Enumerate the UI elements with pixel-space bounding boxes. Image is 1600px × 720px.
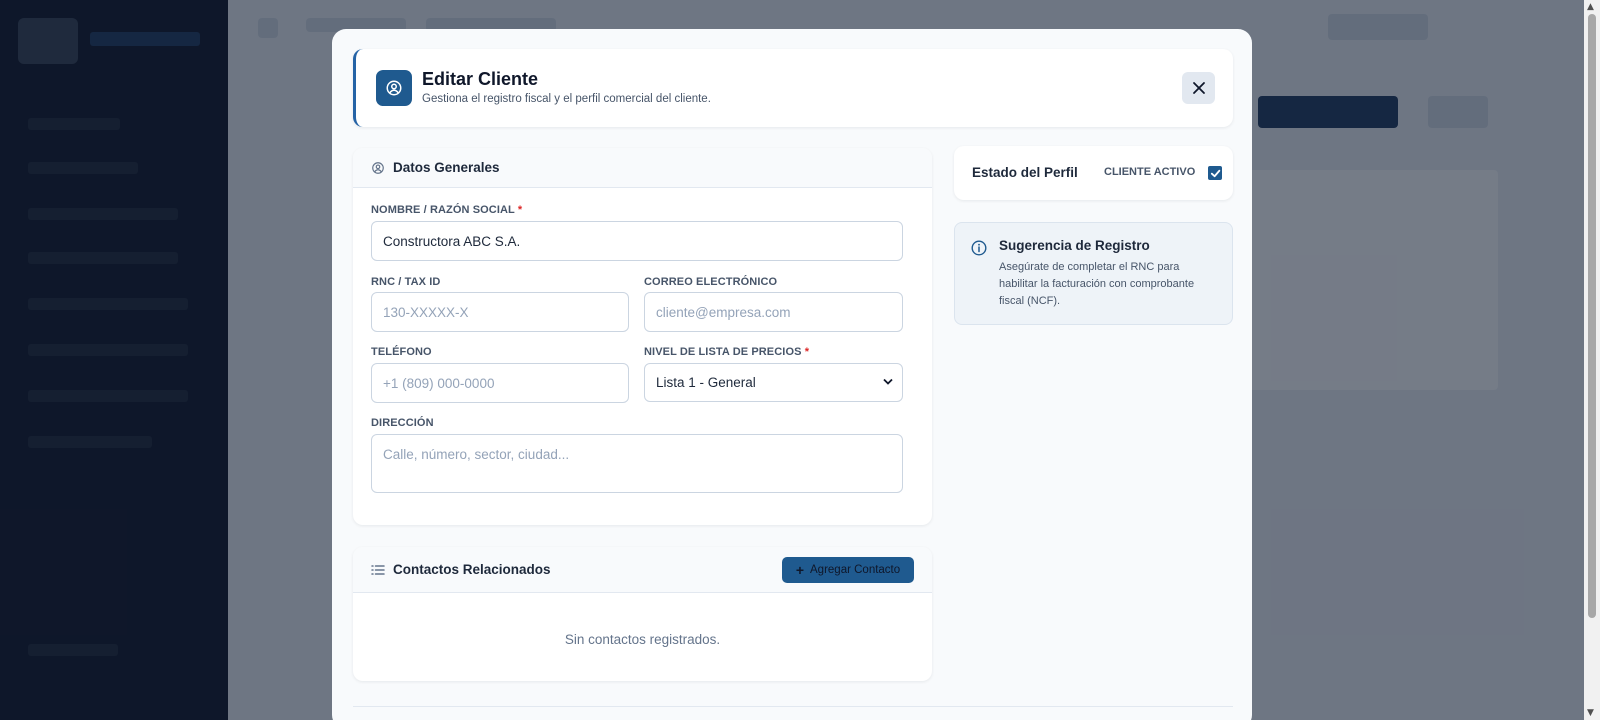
related-contacts-title: Contactos Relacionados bbox=[393, 562, 551, 577]
registration-tip-title: Sugerencia de Registro bbox=[999, 238, 1150, 253]
modal-title: Editar Cliente bbox=[422, 69, 539, 89]
address-label: DIRECCIÓN bbox=[371, 417, 434, 429]
info-icon bbox=[971, 240, 987, 256]
required-mark: * bbox=[804, 346, 810, 358]
related-contacts-card: Contactos Relacionados + Agregar Contact… bbox=[353, 547, 932, 681]
scroll-up-arrow-icon[interactable]: ▲ bbox=[1587, 2, 1594, 12]
profile-status-card: Estado del Perfil CLIENTE ACTIVO bbox=[954, 146, 1233, 200]
active-client-checkbox[interactable] bbox=[1208, 166, 1222, 180]
add-contact-button[interactable]: + Agregar Contacto bbox=[782, 557, 914, 583]
phone-label: TELÉFONO bbox=[371, 346, 432, 358]
user-circle-icon bbox=[376, 70, 412, 106]
plus-icon: + bbox=[795, 562, 805, 578]
empty-contacts-message: Sin contactos registrados. bbox=[564, 632, 721, 647]
general-data-card: Datos Generales NOMBRE / RAZÓN SOCIAL * … bbox=[353, 148, 932, 525]
price-list-label: NIVEL DE LISTA DE PRECIOS * bbox=[644, 346, 809, 358]
close-button[interactable] bbox=[1182, 72, 1215, 104]
list-icon bbox=[371, 565, 385, 575]
scrollbar-thumb[interactable] bbox=[1588, 14, 1596, 618]
profile-status-title: Estado del Perfil bbox=[972, 165, 1078, 180]
name-label-text: NOMBRE / RAZÓN SOCIAL bbox=[371, 204, 515, 216]
rnc-label: RNC / TAX ID bbox=[371, 276, 441, 288]
price-list-label-text: NIVEL DE LISTA DE PRECIOS bbox=[644, 346, 802, 358]
user-circle-icon bbox=[372, 162, 384, 174]
name-input[interactable] bbox=[371, 221, 903, 261]
address-textarea[interactable] bbox=[371, 434, 903, 493]
registration-tip-box: Sugerencia de Registro Asegúrate de comp… bbox=[954, 222, 1233, 325]
scroll-down-arrow-icon[interactable]: ▼ bbox=[1587, 708, 1594, 718]
required-mark: * bbox=[517, 204, 523, 216]
price-list-select[interactable]: Lista 1 - General bbox=[644, 363, 903, 402]
footer-divider bbox=[353, 706, 1233, 707]
page-scrollbar[interactable]: ▲ ▼ bbox=[1584, 0, 1600, 720]
rnc-input[interactable] bbox=[371, 292, 629, 332]
edit-client-modal: Editar Cliente Gestiona el registro fisc… bbox=[332, 29, 1252, 720]
add-contact-label: Agregar Contacto bbox=[810, 564, 901, 576]
phone-input[interactable] bbox=[371, 363, 629, 403]
name-label: NOMBRE / RAZÓN SOCIAL * bbox=[371, 204, 522, 216]
checkmark-icon bbox=[1210, 169, 1220, 177]
modal-subtitle: Gestiona el registro fiscal y el perfil … bbox=[422, 93, 711, 105]
registration-tip-text: Asegúrate de completar el RNC para habil… bbox=[999, 261, 1195, 307]
related-contacts-header: Contactos Relacionados + Agregar Contact… bbox=[353, 547, 932, 593]
active-client-label: CLIENTE ACTIVO bbox=[1104, 166, 1196, 178]
email-label: CORREO ELECTRÓNICO bbox=[644, 276, 778, 288]
general-data-title: Datos Generales bbox=[393, 160, 500, 175]
modal-header: Editar Cliente Gestiona el registro fisc… bbox=[353, 49, 1233, 127]
email-input[interactable] bbox=[644, 292, 903, 332]
general-data-header: Datos Generales bbox=[353, 148, 932, 188]
close-icon bbox=[1192, 82, 1205, 94]
